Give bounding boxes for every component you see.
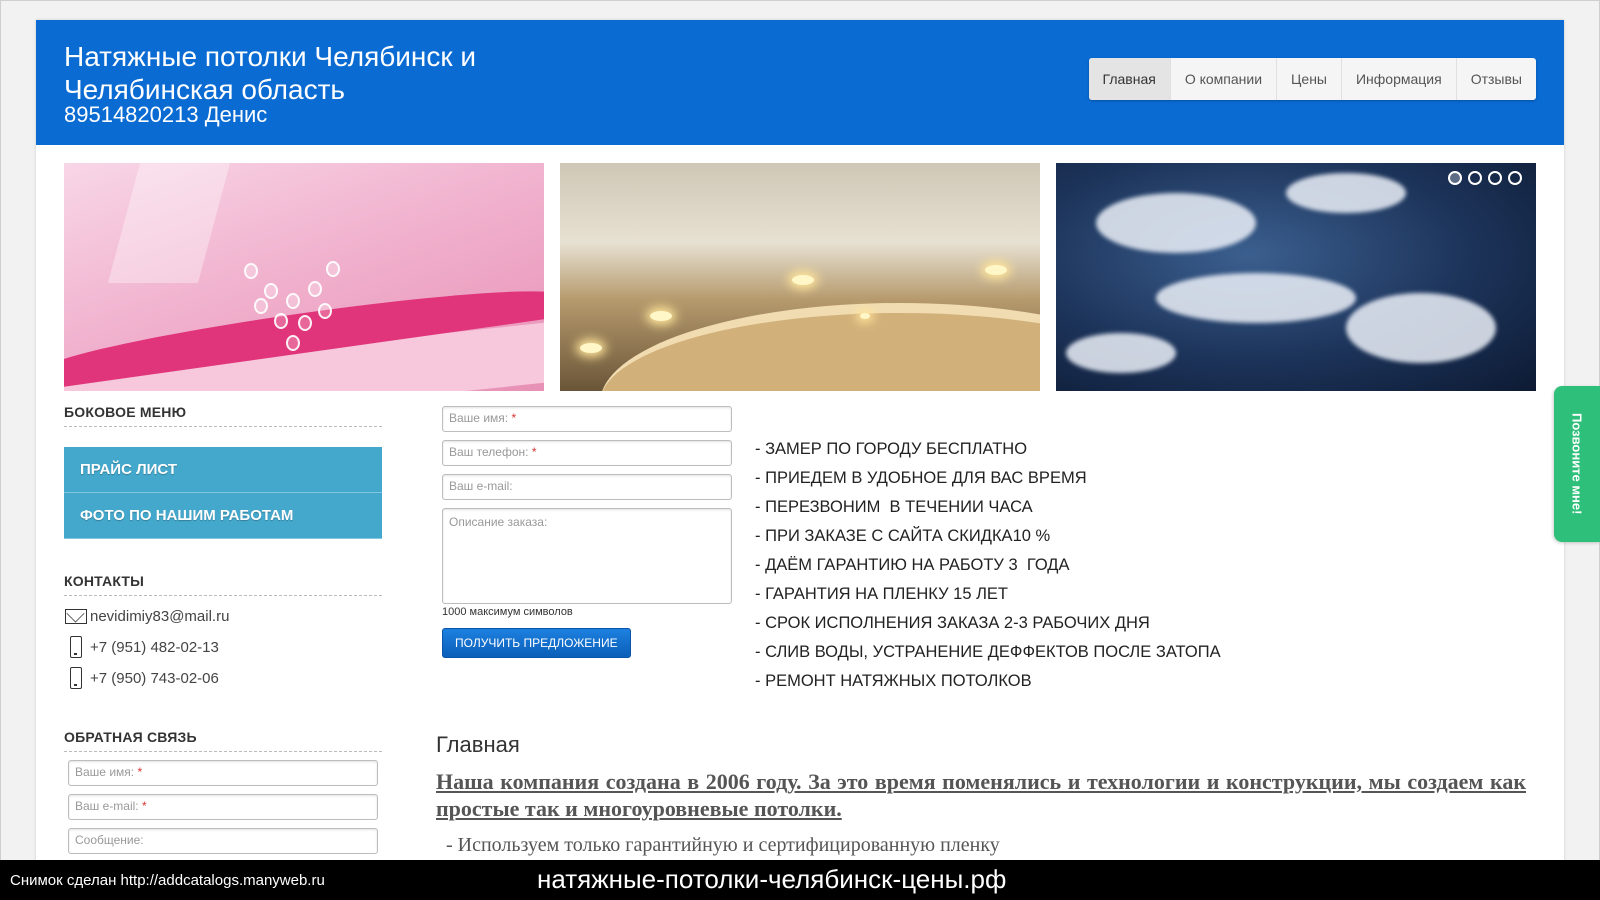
- order-form: Ваше имя: * Ваш телефон: * Ваш e-mail: О…: [442, 406, 732, 658]
- list-item: - РЕМОНТ НАТЯЖНЫХ ПОТОЛКОВ: [755, 672, 1032, 690]
- callback-tab[interactable]: Позвоните мне!: [1554, 386, 1600, 542]
- caption-left: Снимок сделан http://addcatalogs.manyweb…: [10, 872, 325, 889]
- content-intro: Наша компания создана в 2006 году. За эт…: [436, 769, 1526, 821]
- side-menu-heading: БОКОВОЕ МЕНЮ: [64, 404, 382, 427]
- slide-sky-ceiling[interactable]: [1056, 163, 1536, 391]
- contact-phone-1-text: +7 (951) 482-02-13: [90, 638, 219, 656]
- nav-home[interactable]: Главная: [1088, 58, 1171, 100]
- main-nav: Главная О компании Цены Информация Отзыв…: [1088, 58, 1536, 100]
- feedback-name-input[interactable]: Ваше имя: *: [68, 760, 378, 786]
- side-menu-price-list[interactable]: ПРАЙС ЛИСТ: [64, 447, 382, 493]
- contact-phone-2: +7 (950) 743-02-06: [64, 667, 382, 689]
- list-item: - ЗАМЕР ПО ГОРОДУ БЕСПЛАТНО: [755, 440, 1028, 458]
- order-phone-input[interactable]: Ваш телефон: *: [442, 440, 732, 466]
- order-description-textarea[interactable]: Описание заказа:: [442, 508, 732, 604]
- slide-beige-ceiling[interactable]: [560, 163, 1040, 391]
- feedback-heading: ОБРАТНАЯ СВЯЗЬ: [64, 729, 382, 752]
- contact-phone-2-text: +7 (950) 743-02-06: [90, 669, 219, 687]
- list-item: - ПРИ ЗАКАЗЕ С САЙТА СКИДКА10 %: [755, 527, 1051, 545]
- site-header: Натяжные потолки Челябинск и Челябинская…: [36, 20, 1564, 145]
- screenshot-caption-bar: Снимок сделан http://addcatalogs.manyweb…: [0, 860, 1600, 900]
- caption-domain: натяжные-потолки-челябинск-цены.рф: [537, 864, 1007, 894]
- chandelier-image: [234, 223, 344, 353]
- contacts-heading: КОНТАКТЫ: [64, 573, 382, 596]
- list-item: - ГАРАНТИЯ НА ПЛЕНКУ 15 ЛЕТ: [755, 585, 1009, 603]
- slide-pink-ceiling[interactable]: [64, 163, 544, 391]
- feedback-message-input[interactable]: Сообщение:: [68, 828, 378, 854]
- list-item: - ПРИЕДЕМ В УДОБНОЕ ДЛЯ ВАС ВРЕМЯ: [755, 469, 1087, 487]
- slider-dot[interactable]: [1488, 171, 1502, 185]
- slider-dot[interactable]: [1508, 171, 1522, 185]
- list-item: - СЛИВ ВОДЫ, УСТРАНЕНИЕ ДЕФФЕКТОВ ПОСЛЕ …: [755, 643, 1221, 661]
- nav-about[interactable]: О компании: [1171, 58, 1278, 100]
- sidebar: БОКОВОЕ МЕНЮ ПРАЙС ЛИСТ ФОТО ПО НАШИМ РА…: [64, 404, 382, 854]
- list-item: - ДАЁМ ГАРАНТИЮ НА РАБОТУ 3 ГОДА: [755, 556, 1070, 574]
- nav-reviews[interactable]: Отзывы: [1457, 58, 1536, 100]
- contact-email-text[interactable]: nevidimiy83@mail.ru: [90, 608, 229, 625]
- side-menu: ПРАЙС ЛИСТ ФОТО ПО НАШИМ РАБОТАМ: [64, 447, 382, 539]
- header-phone: 89514820213 Денис: [64, 102, 268, 127]
- slider-dots: [1448, 171, 1522, 185]
- get-offer-button[interactable]: ПОЛУЧИТЬ ПРЕДЛОЖЕНИЕ: [442, 628, 631, 658]
- image-slider: [64, 163, 1536, 391]
- contact-email: nevidimiy83@mail.ru: [64, 605, 382, 627]
- content-title: Главная: [436, 732, 520, 757]
- char-limit-hint: 1000 максимум символов: [442, 606, 573, 618]
- contact-phone-1: +7 (951) 482-02-13: [64, 636, 382, 658]
- order-name-input[interactable]: Ваше имя: *: [442, 406, 732, 432]
- content-list-item: - Используем только гарантийную и сертиф…: [446, 834, 1000, 856]
- features-list: - ЗАМЕР ПО ГОРОДУ БЕСПЛАТНО - ПРИЕДЕМ В …: [755, 435, 1221, 696]
- slider-dot[interactable]: [1468, 171, 1482, 185]
- nav-prices[interactable]: Цены: [1277, 58, 1342, 100]
- mail-icon: [64, 608, 88, 624]
- side-menu-photos[interactable]: ФОТО ПО НАШИМ РАБОТАМ: [64, 493, 382, 539]
- feedback-email-input[interactable]: Ваш e-mail: *: [68, 794, 378, 820]
- site-container: Натяжные потолки Челябинск и Челябинская…: [36, 20, 1564, 880]
- nav-info[interactable]: Информация: [1342, 58, 1457, 100]
- list-item: - ПЕРЕЗВОНИМ В ТЕЧЕНИИ ЧАСА: [755, 498, 1033, 516]
- slider-dot[interactable]: [1448, 171, 1462, 185]
- phone-icon: [64, 636, 88, 658]
- list-item: - СРОК ИСПОЛНЕНИЯ ЗАКАЗА 2-3 РАБОЧИХ ДНЯ: [755, 614, 1150, 632]
- site-title[interactable]: Натяжные потолки Челябинск и Челябинская…: [64, 40, 534, 106]
- callback-label: Позвоните мне!: [1569, 413, 1585, 515]
- phone-icon: [64, 667, 88, 689]
- order-email-input[interactable]: Ваш e-mail:: [442, 474, 732, 500]
